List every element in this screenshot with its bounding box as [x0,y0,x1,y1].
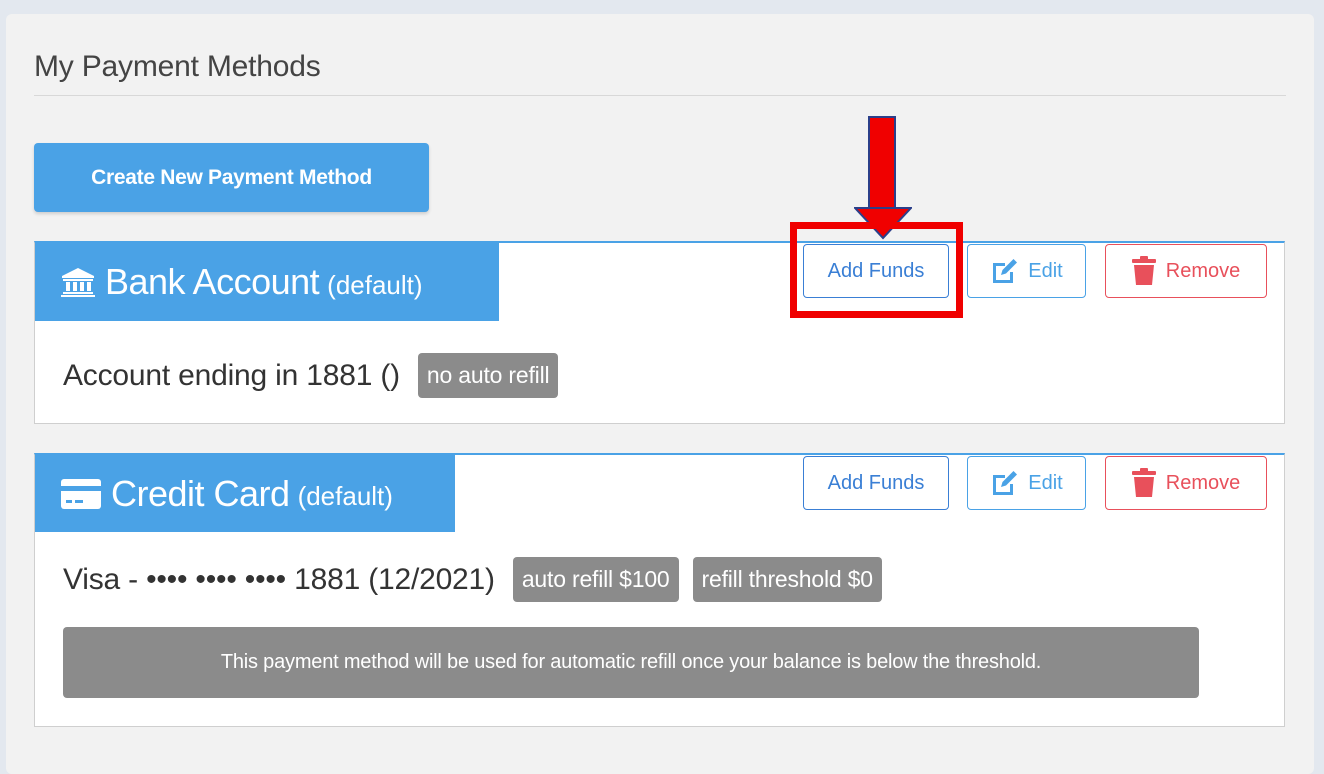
remove-button[interactable]: Remove [1105,244,1267,298]
create-payment-method-button[interactable]: Create New Payment Method [34,143,429,212]
refill-badge: no auto refill [417,353,559,398]
trash-icon [1131,256,1156,285]
card-header: Bank Account (default) [35,243,499,321]
remove-label: Remove [1165,471,1241,494]
title-divider [34,95,1286,96]
edit-icon [993,471,1018,495]
card-header: Credit Card (default) [35,455,455,532]
auto-refill-badge: auto refill $100 [512,557,679,602]
payment-method-card-credit: Credit Card (default) Add Funds Edit Rem… [34,453,1285,727]
add-funds-button[interactable]: Add Funds [803,456,949,510]
edit-icon [993,259,1018,283]
edit-button[interactable]: Edit [967,244,1086,298]
default-label: (default) [327,269,423,300]
bank-icon [61,267,95,297]
edit-label: Edit [1028,259,1063,282]
payment-method-card-bank: Bank Account (default) Add Funds Edit Re… [34,241,1285,424]
payment-methods-panel: My Payment Methods Create New Payment Me… [6,14,1314,774]
account-description: Account ending in 1881 () [63,358,400,392]
credit-card-icon [61,478,101,509]
add-funds-button[interactable]: Add Funds [803,244,949,298]
card-description: Visa - •••• •••• •••• 1881 (12/2021) [63,562,495,596]
refill-threshold-badge: refill threshold $0 [692,557,882,602]
edit-label: Edit [1028,471,1063,494]
default-label: (default) [297,481,393,511]
remove-label: Remove [1165,259,1241,282]
auto-refill-info: This payment method will be used for aut… [63,627,1199,698]
edit-button[interactable]: Edit [967,456,1086,510]
card-type-name: Bank Account [105,261,320,302]
card-details: Visa - •••• •••• •••• 1881 (12/2021) aut… [63,557,882,602]
card-details: Account ending in 1881 () no auto refill [63,353,559,398]
remove-button[interactable]: Remove [1105,456,1267,510]
trash-icon [1131,468,1156,497]
annotation-arrow-icon [854,116,912,240]
card-type-name: Credit Card [111,472,290,514]
page-title: My Payment Methods [34,50,321,83]
